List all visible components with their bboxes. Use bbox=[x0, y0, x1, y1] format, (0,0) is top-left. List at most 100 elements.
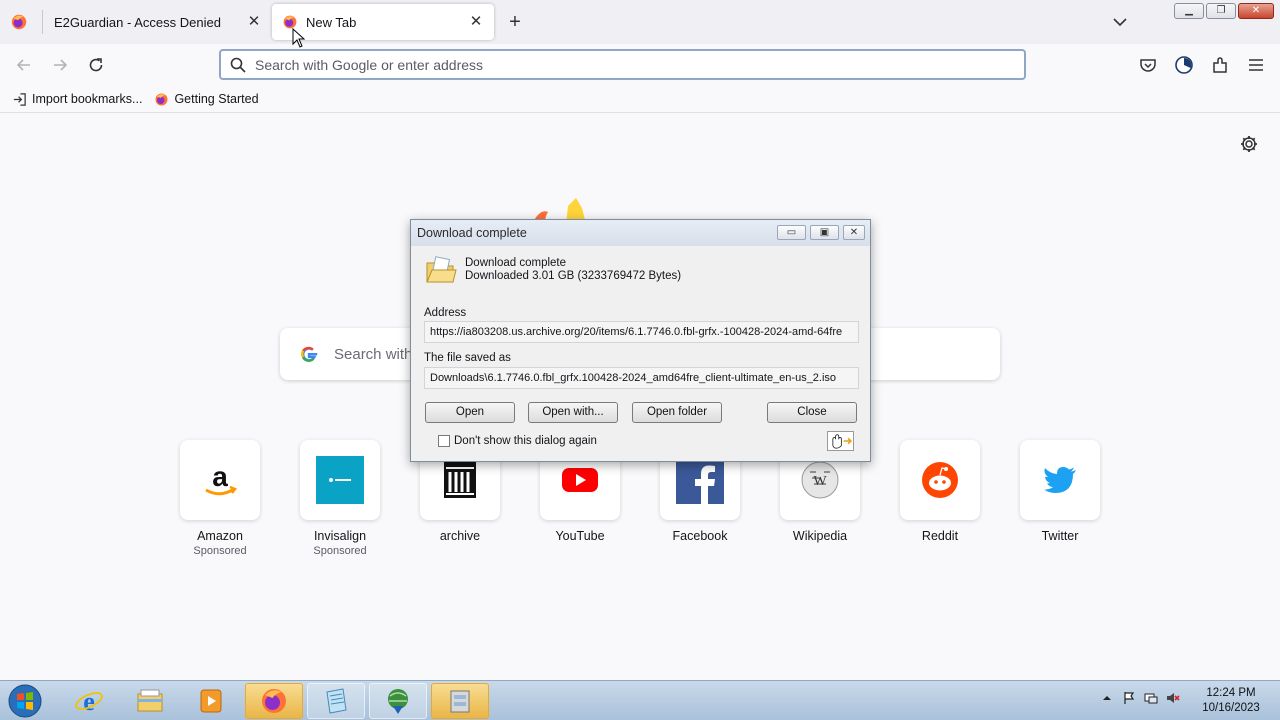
taskbar-notepad[interactable] bbox=[307, 683, 365, 719]
minimize-window-button[interactable]: ▁ bbox=[1174, 3, 1204, 19]
dont-show-again-checkbox[interactable] bbox=[438, 435, 450, 447]
svg-text:W: W bbox=[813, 474, 827, 489]
dialog-titlebar[interactable]: Download complete ▭ ▣ ✕ bbox=[411, 220, 870, 246]
address-field[interactable]: https://ia803208.us.archive.org/20/items… bbox=[424, 321, 859, 343]
open-button[interactable]: Open bbox=[425, 402, 515, 423]
bookmark-import[interactable]: Import bookmarks... bbox=[12, 92, 142, 107]
top-site-reddit[interactable]: Reddit bbox=[900, 440, 980, 543]
svg-text:e: e bbox=[83, 687, 95, 716]
network-icon bbox=[388, 689, 408, 714]
invisalign-icon bbox=[316, 456, 364, 504]
extensions-icon[interactable] bbox=[1210, 55, 1230, 75]
navigation-toolbar bbox=[0, 44, 1280, 86]
dialog-close-button[interactable]: ✕ bbox=[843, 225, 865, 240]
open-with-button[interactable]: Open with... bbox=[528, 402, 618, 423]
clock-date: 10/16/2023 bbox=[1202, 702, 1260, 714]
gear-icon[interactable] bbox=[1239, 134, 1259, 154]
new-tab-button[interactable]: + bbox=[505, 12, 525, 32]
top-site-label: Amazon bbox=[197, 529, 243, 543]
sponsored-label: Sponsored bbox=[313, 545, 367, 557]
top-site-label: archive bbox=[439, 529, 481, 543]
google-icon bbox=[301, 346, 318, 362]
forward-arrow-icon[interactable] bbox=[50, 55, 70, 75]
taskbar-internet-explorer[interactable]: e bbox=[60, 683, 118, 719]
wikipedia-icon: W bbox=[801, 461, 839, 499]
tab-close-icon[interactable]: ✕ bbox=[468, 14, 484, 30]
network-status-icon[interactable] bbox=[1144, 691, 1158, 705]
drag-hand-icon[interactable] bbox=[827, 431, 854, 451]
dialog-minimize-button[interactable]: ▭ bbox=[777, 225, 806, 240]
clock-time: 12:24 PM bbox=[1206, 687, 1256, 699]
dialog-header: Download complete Downloaded 3.01 GB (32… bbox=[425, 255, 681, 287]
close-window-button[interactable]: ✕ bbox=[1238, 3, 1274, 19]
dont-show-again-label: Don't show this dialog again bbox=[454, 435, 597, 447]
taskbar-firefox[interactable] bbox=[245, 683, 303, 719]
archive-icon bbox=[444, 462, 476, 498]
svg-text:a: a bbox=[212, 461, 228, 492]
dialog-window-controls: ▭ ▣ ✕ bbox=[777, 225, 865, 240]
top-site-invisalign[interactable]: Invisalign Sponsored bbox=[300, 440, 380, 557]
archive-manager-icon bbox=[450, 690, 470, 713]
list-all-tabs-icon[interactable] bbox=[1111, 14, 1129, 30]
bookmark-label: Import bookmarks... bbox=[32, 92, 143, 106]
top-site-label: Twitter bbox=[1041, 529, 1079, 543]
download-size: Downloaded 3.01 GB (3233769472 Bytes) bbox=[465, 270, 682, 282]
internet-explorer-icon: e bbox=[75, 687, 103, 716]
volume-muted-icon[interactable] bbox=[1166, 691, 1180, 705]
twitter-icon bbox=[1044, 467, 1076, 493]
media-player-icon bbox=[200, 689, 222, 713]
taskbar-clock[interactable]: 12:24 PM 10/16/2023 bbox=[1196, 686, 1266, 716]
dialog-restore-button[interactable]: ▣ bbox=[810, 225, 839, 240]
dialog-title: Download complete bbox=[417, 226, 527, 240]
saved-as-label: The file saved as bbox=[424, 352, 511, 364]
taskbar-archive-manager[interactable] bbox=[431, 683, 489, 719]
close-button[interactable]: Close bbox=[767, 402, 857, 423]
url-input[interactable] bbox=[255, 56, 1024, 73]
restore-window-button[interactable]: ❐ bbox=[1206, 3, 1236, 19]
reddit-icon bbox=[922, 462, 958, 498]
dont-show-again-option[interactable]: Don't show this dialog again bbox=[438, 435, 597, 447]
show-hidden-icons-icon[interactable] bbox=[1100, 691, 1114, 705]
hamburger-menu-icon[interactable] bbox=[1246, 55, 1266, 75]
tab-close-icon[interactable]: ✕ bbox=[246, 14, 262, 30]
bookmark-getting-started[interactable]: Getting Started bbox=[154, 92, 259, 107]
top-site-label: Reddit bbox=[921, 529, 959, 543]
address-label: Address bbox=[424, 307, 467, 319]
tab-strip: E2Guardian - Access Denied ✕ New Tab ✕ +… bbox=[0, 0, 1280, 44]
mouse-cursor-icon bbox=[292, 28, 306, 48]
start-button-icon[interactable] bbox=[6, 682, 44, 720]
dialog-heading: Download complete bbox=[465, 257, 567, 269]
youtube-icon bbox=[562, 468, 598, 492]
notepad-icon bbox=[326, 688, 347, 714]
top-site-twitter[interactable]: Twitter bbox=[1020, 440, 1100, 543]
window-controls: ▁ ❐ ✕ bbox=[1174, 3, 1274, 19]
taskbar-file-explorer[interactable] bbox=[121, 683, 179, 719]
top-site-amazon[interactable]: a Amazon Sponsored bbox=[180, 440, 260, 557]
open-folder-button[interactable]: Open folder bbox=[632, 402, 722, 423]
top-site-label: Invisalign bbox=[313, 529, 367, 543]
taskbar-network-app[interactable] bbox=[369, 683, 427, 719]
firefox-icon bbox=[155, 93, 168, 105]
firefox-icon bbox=[262, 689, 286, 713]
firefox-icon[interactable] bbox=[10, 13, 28, 31]
newtab-search-placeholder: Search with bbox=[334, 345, 413, 363]
back-arrow-icon[interactable] bbox=[14, 55, 34, 75]
download-complete-dialog: Download complete ▭ ▣ ✕ Download complet… bbox=[410, 219, 871, 462]
top-site-label: Facebook bbox=[672, 529, 728, 543]
facebook-icon bbox=[676, 456, 724, 504]
saved-as-field[interactable]: Downloads\6.1.7746.0.fbl_grfx.100428-202… bbox=[424, 367, 859, 389]
search-icon bbox=[230, 57, 246, 73]
system-tray bbox=[1100, 691, 1180, 705]
taskbar-media-player[interactable] bbox=[182, 683, 240, 719]
action-center-flag-icon[interactable] bbox=[1122, 691, 1136, 705]
tab-e2guardian[interactable]: E2Guardian - Access Denied ✕ bbox=[44, 4, 272, 40]
tab-separator bbox=[42, 10, 43, 34]
reload-icon[interactable] bbox=[86, 55, 106, 75]
address-bar[interactable] bbox=[219, 49, 1026, 80]
sponsored-label: Sponsored bbox=[193, 545, 247, 557]
file-explorer-icon bbox=[137, 689, 163, 712]
windows-taskbar: e 12:24 PM 10/16/2023 bbox=[0, 680, 1280, 720]
top-site-label: Wikipedia bbox=[792, 529, 848, 543]
pocket-icon[interactable] bbox=[1138, 55, 1158, 75]
account-icon[interactable] bbox=[1174, 55, 1194, 75]
